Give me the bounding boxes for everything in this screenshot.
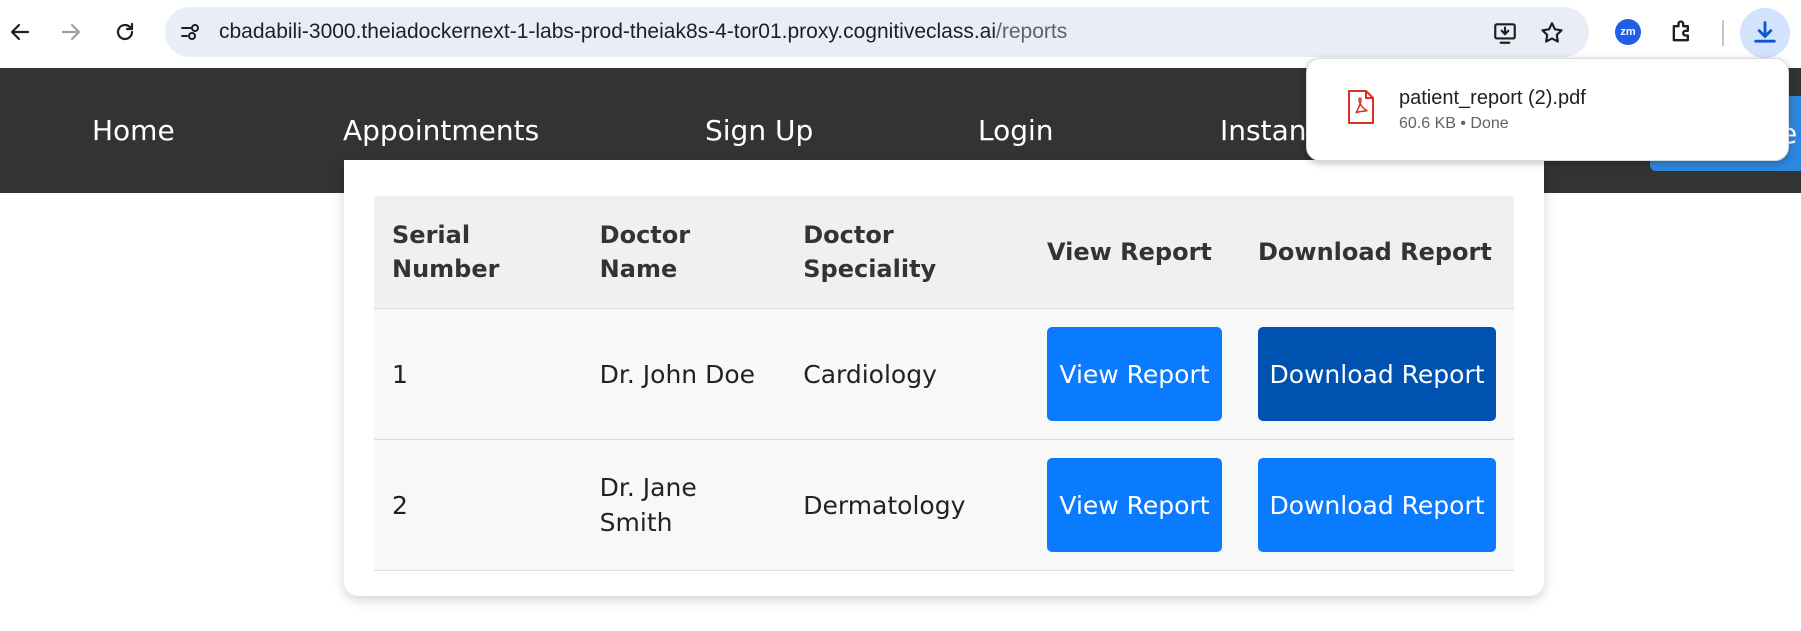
reload-button[interactable] — [105, 12, 145, 52]
nav-home[interactable]: Home — [92, 68, 175, 193]
cell-serial: 2 — [374, 439, 582, 571]
toolbar-separator — [1722, 20, 1724, 46]
cell-doctor-name: Dr. Jane Smith — [581, 439, 786, 571]
view-report-button[interactable]: View Report — [1046, 327, 1222, 421]
download-report-button[interactable]: Download Report — [1257, 327, 1496, 421]
extensions-button[interactable] — [1662, 12, 1702, 52]
puzzle-icon — [1672, 20, 1689, 42]
zoom-extension-icon: zm — [1615, 19, 1641, 45]
download-icon — [1754, 21, 1776, 43]
download-filename[interactable]: patient_report (2).pdf — [1399, 87, 1586, 110]
reload-icon — [116, 22, 134, 41]
table-row: 1 Dr. John Doe Cardiology View Report Do… — [374, 308, 1514, 440]
download-report-button[interactable]: Download Report — [1257, 458, 1496, 552]
pdf-file-icon[interactable] — [1347, 89, 1375, 125]
view-report-button[interactable]: View Report — [1046, 458, 1222, 552]
forward-arrow-icon — [61, 23, 81, 41]
header-doctor-name: Doctor Name — [581, 196, 786, 309]
address-bar[interactable]: cbadabili-3000.theiadockernext-1-labs-pr… — [165, 7, 1589, 57]
install-app-icon[interactable] — [1491, 19, 1519, 47]
bookmark-star-icon[interactable] — [1538, 19, 1566, 47]
header-view-report: View Report — [1028, 196, 1240, 309]
cell-download: Download Report — [1239, 439, 1514, 571]
reports-table: Serial Number Doctor Name Doctor Special… — [374, 196, 1514, 571]
url-path: /reports — [996, 20, 1068, 43]
download-bubble: patient_report (2).pdf 60.6 KB • Done — [1306, 58, 1789, 161]
cell-serial: 1 — [374, 308, 582, 440]
site-info-icon[interactable] — [177, 19, 203, 45]
header-serial-number: Serial Number — [374, 196, 582, 309]
download-status: 60.6 KB • Done — [1399, 115, 1509, 132]
header-download-report: Download Report — [1239, 196, 1514, 309]
cell-view: View Report — [1028, 439, 1240, 571]
cell-download: Download Report — [1239, 308, 1514, 440]
header-doctor-speciality: Doctor Speciality — [785, 196, 1029, 309]
cell-view: View Report — [1028, 308, 1240, 440]
url-host: cbadabili-3000.theiadockernext-1-labs-pr… — [219, 20, 997, 43]
back-button[interactable] — [0, 12, 40, 52]
cell-speciality: Cardiology — [785, 308, 1029, 440]
table-row: 2 Dr. Jane Smith Dermatology View Report… — [374, 439, 1514, 571]
url-text[interactable]: cbadabili-3000.theiadockernext-1-labs-pr… — [219, 7, 1067, 57]
back-arrow-icon — [10, 23, 30, 41]
table-header-row: Serial Number Doctor Name Doctor Special… — [374, 196, 1514, 309]
zoom-extension-button[interactable]: zm — [1608, 12, 1648, 52]
cell-doctor-name: Dr. John Doe — [581, 308, 786, 440]
downloads-button[interactable] — [1740, 8, 1790, 58]
cell-speciality: Dermatology — [785, 439, 1029, 571]
forward-button[interactable] — [51, 12, 91, 52]
